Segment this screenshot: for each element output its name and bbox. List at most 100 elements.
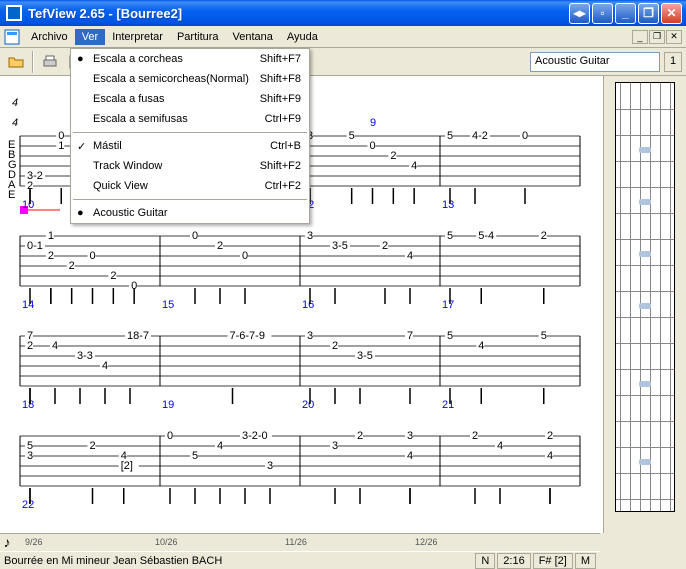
svg-text:2: 2 <box>110 270 116 282</box>
svg-text:0: 0 <box>242 250 248 262</box>
track-name-field[interactable]: Acoustic Guitar <box>530 52 660 72</box>
svg-text:2: 2 <box>541 230 547 242</box>
svg-text:0: 0 <box>370 140 376 152</box>
svg-text:3: 3 <box>332 440 338 452</box>
svg-text:14: 14 <box>22 299 34 311</box>
svg-text:3: 3 <box>27 450 33 462</box>
menu-ver[interactable]: Ver <box>75 29 106 45</box>
svg-text:13: 13 <box>442 199 454 211</box>
menu-archivo[interactable]: Archivo <box>24 29 75 45</box>
svg-text:15: 15 <box>162 299 174 311</box>
svg-text:4: 4 <box>217 440 223 452</box>
minimize-button[interactable]: _ <box>615 3 636 24</box>
svg-text:2: 2 <box>472 430 478 442</box>
menu-partitura[interactable]: Partitura <box>170 29 226 45</box>
menu-interpretar[interactable]: Interpretar <box>105 29 170 45</box>
svg-text:2: 2 <box>69 260 75 272</box>
menu-item-escala-a-corcheas[interactable]: ●Escala a corcheasShift+F7 <box>71 49 309 69</box>
app-icon <box>6 5 22 21</box>
svg-text:19: 19 <box>162 399 174 411</box>
status-cell: F# [2] <box>533 553 573 569</box>
menu-item-escala-a-semifusas[interactable]: Escala a semifusasCtrl+F9 <box>71 109 309 129</box>
menu-item-track[interactable]: ●Acoustic Guitar <box>71 203 309 223</box>
song-info: Bourrée en Mi mineur Jean Sébastien BACH <box>4 555 473 567</box>
svg-text:5: 5 <box>349 130 355 142</box>
svg-text:2: 2 <box>217 240 223 252</box>
menu-bar: ArchivoVerInterpretarPartituraVentanaAyu… <box>0 26 686 48</box>
svg-text:1: 1 <box>48 230 54 242</box>
svg-text:5: 5 <box>447 330 453 342</box>
svg-text:10: 10 <box>22 199 34 211</box>
status-cell: N <box>475 553 495 569</box>
svg-text:2: 2 <box>357 430 363 442</box>
svg-text:4: 4 <box>497 440 503 452</box>
ruler-tick: 12/26 <box>415 537 438 547</box>
svg-text:9: 9 <box>370 117 376 129</box>
svg-text:22: 22 <box>22 499 34 511</box>
svg-text:5-4: 5-4 <box>478 230 494 242</box>
svg-text:7-6-7-9: 7-6-7-9 <box>230 330 265 342</box>
svg-text:7: 7 <box>407 330 413 342</box>
svg-text:0: 0 <box>167 430 173 442</box>
menu-item-escala-a-fusas[interactable]: Escala a fusasShift+F9 <box>71 89 309 109</box>
svg-text:4: 4 <box>12 97 18 109</box>
ruler-tick: 9/26 <box>25 537 43 547</box>
svg-text:4: 4 <box>102 360 108 372</box>
svg-text:5: 5 <box>447 130 453 142</box>
svg-text:5: 5 <box>541 330 547 342</box>
svg-text:4: 4 <box>12 117 18 129</box>
svg-text:2: 2 <box>332 340 338 352</box>
fretboard[interactable] <box>615 82 675 512</box>
svg-text:3: 3 <box>307 230 313 242</box>
svg-text:E: E <box>8 189 15 201</box>
svg-text:5: 5 <box>192 450 198 462</box>
svg-text:5: 5 <box>447 230 453 242</box>
menu-ventana[interactable]: Ventana <box>226 29 280 45</box>
status-bar: Bourrée en Mi mineur Jean Sébastien BACH… <box>0 551 600 569</box>
svg-text:2: 2 <box>48 250 54 262</box>
mdi-restore-button[interactable]: ❐ <box>649 30 665 44</box>
svg-text:4: 4 <box>411 160 417 172</box>
svg-text:3-5: 3-5 <box>332 240 348 252</box>
ruler-bar: ♪ 9/2610/2611/2612/26 <box>0 533 600 551</box>
svg-text:0-1: 0-1 <box>27 240 43 252</box>
close-button[interactable]: ✕ <box>661 3 682 24</box>
window-buttons: ◂▸ ▫ _ ❐ ✕ <box>569 3 682 24</box>
menu-ayuda[interactable]: Ayuda <box>280 29 325 45</box>
svg-text:16: 16 <box>302 299 314 311</box>
window-extra-button[interactable]: ▫ <box>592 3 613 24</box>
svg-text:2: 2 <box>547 430 553 442</box>
svg-text:2: 2 <box>90 440 96 452</box>
document-icon <box>4 29 20 45</box>
mdi-close-button[interactable]: ✕ <box>666 30 682 44</box>
svg-text:18-7: 18-7 <box>127 330 149 342</box>
menu-item-m-stil[interactable]: ✓MástilCtrl+B <box>71 136 309 156</box>
svg-text:17: 17 <box>442 299 454 311</box>
nav-back-button[interactable]: ◂▸ <box>569 3 590 24</box>
svg-text:4-2: 4-2 <box>472 130 488 142</box>
svg-text:4: 4 <box>407 250 413 262</box>
svg-text:21: 21 <box>442 399 454 411</box>
window-title: TefView 2.65 - [Bourree2] <box>26 6 569 21</box>
svg-text:4: 4 <box>478 340 484 352</box>
svg-text:1: 1 <box>58 140 64 152</box>
status-cell: M <box>575 553 596 569</box>
menu-item-quick-view[interactable]: Quick ViewCtrl+F2 <box>71 176 309 196</box>
ver-menu-dropdown: ●Escala a corcheasShift+F7Escala a semic… <box>70 48 310 224</box>
menu-item-track-window[interactable]: Track WindowShift+F2 <box>71 156 309 176</box>
menu-item-escala-a-semicorcheas-normal-[interactable]: Escala a semicorcheas(Normal)Shift+F8 <box>71 69 309 89</box>
svg-text:4: 4 <box>407 450 413 462</box>
svg-text:3-2-0: 3-2-0 <box>242 430 268 442</box>
svg-text:2: 2 <box>27 340 33 352</box>
ruler-tick: 11/26 <box>285 537 307 547</box>
open-button[interactable] <box>4 50 28 74</box>
svg-text:2: 2 <box>382 240 388 252</box>
svg-text:18: 18 <box>22 399 34 411</box>
svg-text:[2]: [2] <box>121 460 133 472</box>
title-bar: TefView 2.65 - [Bourree2] ◂▸ ▫ _ ❐ ✕ <box>0 0 686 26</box>
print-button[interactable] <box>38 50 62 74</box>
mdi-minimize-button[interactable]: _ <box>632 30 648 44</box>
maximize-button[interactable]: ❐ <box>638 3 659 24</box>
svg-text:4: 4 <box>547 450 553 462</box>
svg-text:0: 0 <box>90 250 96 262</box>
